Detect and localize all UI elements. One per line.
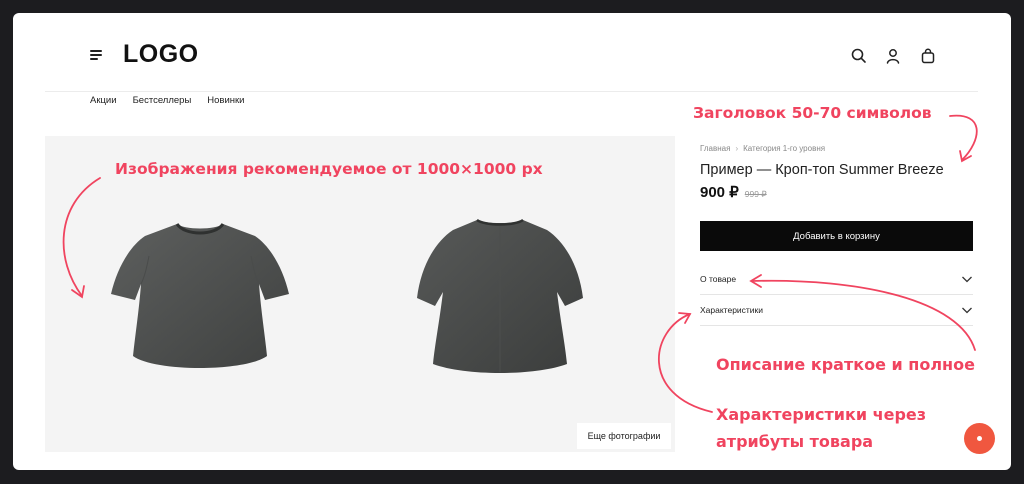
user-icon[interactable] — [884, 47, 902, 65]
accordion-specs-label: Характеристики — [700, 305, 764, 315]
breadcrumb-home[interactable]: Главная — [700, 144, 730, 153]
accordion-about[interactable]: О товаре — [700, 264, 973, 295]
menu-icon[interactable] — [90, 50, 102, 60]
current-price: 900 ₽ — [700, 184, 739, 201]
breadcrumb-separator: › — [735, 144, 739, 153]
accordion-about-label: О товаре — [700, 274, 737, 284]
annotation-specs-line1: Характеристики через — [716, 405, 927, 424]
breadcrumb-category[interactable]: Категория 1-го уровня — [743, 144, 825, 153]
annotation-specs-hint: Характеристики через атрибуты товара — [716, 401, 926, 455]
search-icon[interactable] — [850, 47, 868, 65]
annotation-image-hint: Изображения рекомендуемое от 1000×1000 p… — [115, 160, 543, 178]
chevron-down-icon — [962, 307, 972, 314]
nav-item-promotions[interactable]: Акции — [90, 95, 117, 106]
site-logo[interactable]: LOGO — [123, 40, 199, 69]
accordion-specs[interactable]: Характеристики — [700, 295, 973, 326]
price-row: 900 ₽ 999 ₽ — [700, 183, 973, 201]
annotation-description-hint: Описание краткое и полное — [716, 355, 975, 374]
site-header: LOGO — [45, 13, 978, 92]
product-image-back[interactable] — [415, 214, 585, 379]
product-image-front[interactable] — [105, 216, 295, 376]
chevron-down-icon — [962, 276, 972, 283]
breadcrumb: Главная › Категория 1-го уровня — [700, 144, 973, 153]
main-nav: Акции Бестселлеры Новинки — [90, 95, 245, 106]
chat-fab-button[interactable] — [964, 423, 995, 454]
product-info-panel: Главная › Категория 1-го уровня Пример —… — [700, 137, 973, 326]
product-gallery[interactable]: Еще фотографии — [45, 136, 675, 452]
more-photos-button[interactable]: Еще фотографии — [577, 423, 671, 449]
add-to-cart-button[interactable]: Добавить в корзину — [700, 221, 973, 251]
annotation-title-hint: Заголовок 50-70 символов — [693, 104, 932, 122]
bag-icon[interactable] — [919, 47, 937, 65]
nav-item-bestsellers[interactable]: Бестселлеры — [133, 95, 192, 106]
product-title: Пример — Кроп-топ Summer Breeze — [700, 162, 944, 178]
old-price: 999 ₽ — [744, 189, 767, 199]
nav-item-new[interactable]: Новинки — [207, 95, 244, 106]
annotation-specs-line2: атрибуты товара — [716, 432, 874, 451]
